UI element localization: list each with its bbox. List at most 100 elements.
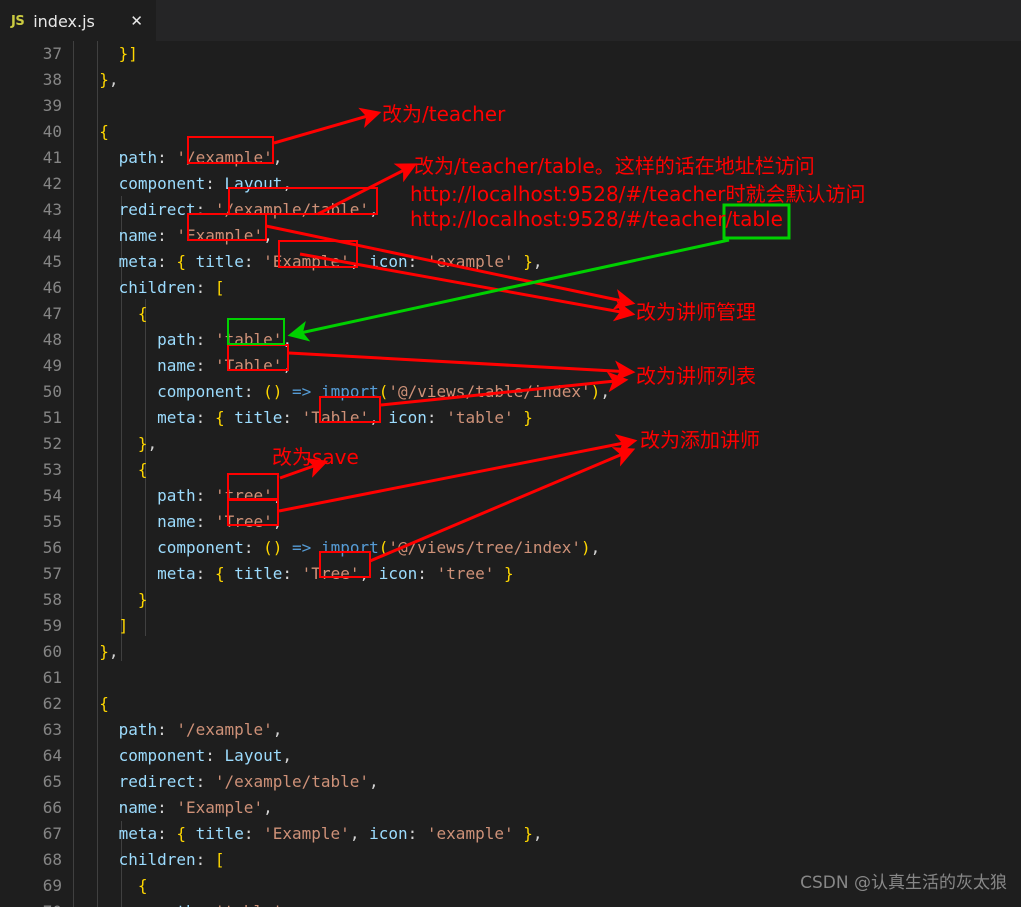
code-line[interactable]: 60 },: [0, 639, 1021, 665]
line-code: {: [137, 304, 148, 323]
code-line[interactable]: 46 children: [: [0, 275, 1021, 301]
code-line[interactable]: 70 path: 'table',: [0, 899, 1021, 907]
code-line[interactable]: 38 },: [0, 67, 1021, 93]
line-number: 43: [42, 200, 62, 219]
line-number: 69: [42, 876, 62, 895]
line-code: {: [137, 876, 148, 895]
code-line[interactable]: 61: [0, 665, 1021, 691]
line-code: ]: [118, 616, 129, 635]
code-line[interactable]: 41 path: '/example',: [0, 145, 1021, 171]
code-line[interactable]: 47 {: [0, 301, 1021, 327]
line-code: meta: { title: 'Example', icon: 'example…: [118, 252, 543, 271]
code-line[interactable]: 40 {: [0, 119, 1021, 145]
line-code: component: () => import('@/views/tree/in…: [157, 538, 601, 557]
code-line[interactable]: 63 path: '/example',: [0, 717, 1021, 743]
code-line[interactable]: 53 {: [0, 457, 1021, 483]
line-number: 58: [42, 590, 62, 609]
line-number: 52: [42, 434, 62, 453]
line-code: },: [99, 70, 119, 89]
line-number: 55: [42, 512, 62, 531]
code-lines-container: 37 }] 38 }, 39 40 {41 path: '/example', 42 c…: [0, 41, 1021, 907]
tab-bar-empty-area: [156, 0, 1021, 41]
code-line[interactable]: 42 component: Layout,: [0, 171, 1021, 197]
code-editor[interactable]: 37 }] 38 }, 39 40 {41 path: '/example', 42 c…: [0, 41, 1021, 907]
line-code: component: Layout,: [118, 746, 292, 765]
line-number: 61: [42, 668, 62, 687]
line-number: 65: [42, 772, 62, 791]
code-line[interactable]: 49 name: 'Table',: [0, 353, 1021, 379]
line-number: 40: [42, 122, 62, 141]
code-line[interactable]: 69 {: [0, 873, 1021, 899]
line-number: 60: [42, 642, 62, 661]
line-code: children: [: [118, 278, 225, 297]
tab-title: index.js: [33, 11, 95, 31]
line-code: },: [99, 642, 119, 661]
line-code: children: [: [118, 850, 225, 869]
code-line[interactable]: 58 }: [0, 587, 1021, 613]
line-code: }]: [118, 44, 138, 63]
code-line[interactable]: 44 name: 'Example',: [0, 223, 1021, 249]
line-code: name: 'Tree',: [157, 512, 283, 531]
code-line[interactable]: 62 {: [0, 691, 1021, 717]
line-code: {: [137, 460, 148, 479]
code-line[interactable]: 65 redirect: '/example/table',: [0, 769, 1021, 795]
line-number: 41: [42, 148, 62, 167]
line-number: 38: [42, 70, 62, 89]
line-code: component: Layout,: [118, 174, 292, 193]
line-number: 57: [42, 564, 62, 583]
line-number: 59: [42, 616, 62, 635]
line-number: 48: [42, 330, 62, 349]
line-number: 39: [42, 96, 62, 115]
line-number: 56: [42, 538, 62, 557]
line-code: name: 'Example',: [118, 798, 273, 817]
tab-index-js[interactable]: JS index.js ✕: [0, 0, 156, 41]
line-number: 68: [42, 850, 62, 869]
line-number: 49: [42, 356, 62, 375]
line-code: name: 'Example',: [118, 226, 273, 245]
code-line[interactable]: 45 meta: { title: 'Example', icon: 'exam…: [0, 249, 1021, 275]
line-number: 47: [42, 304, 62, 323]
code-line[interactable]: 51 meta: { title: 'Table', icon: 'table'…: [0, 405, 1021, 431]
code-line[interactable]: 66 name: 'Example',: [0, 795, 1021, 821]
line-code: meta: { title: 'Table', icon: 'table' }: [157, 408, 533, 427]
code-line[interactable]: 43 redirect: '/example/table',: [0, 197, 1021, 223]
line-code: }: [137, 590, 148, 609]
code-line[interactable]: 52 },: [0, 431, 1021, 457]
code-line[interactable]: 37 }]: [0, 41, 1021, 67]
code-line[interactable]: 57 meta: { title: 'Tree', icon: 'tree' }: [0, 561, 1021, 587]
code-line[interactable]: 64 component: Layout,: [0, 743, 1021, 769]
code-line[interactable]: 50 component: () => import('@/views/tabl…: [0, 379, 1021, 405]
line-number: 53: [42, 460, 62, 479]
line-code: component: () => import('@/views/table/i…: [157, 382, 610, 401]
line-code: redirect: '/example/table',: [118, 200, 379, 219]
js-file-icon: JS: [11, 13, 25, 29]
line-number: 64: [42, 746, 62, 765]
line-code: meta: { title: 'Example', icon: 'example…: [118, 824, 543, 843]
line-number: 42: [42, 174, 62, 193]
line-code: path: '/example',: [118, 720, 283, 739]
line-number: 51: [42, 408, 62, 427]
line-number: 63: [42, 720, 62, 739]
line-code: meta: { title: 'Tree', icon: 'tree' }: [157, 564, 514, 583]
code-line[interactable]: 59 ]: [0, 613, 1021, 639]
code-line[interactable]: 56 component: () => import('@/views/tree…: [0, 535, 1021, 561]
code-line[interactable]: 67 meta: { title: 'Example', icon: 'exam…: [0, 821, 1021, 847]
line-number: 46: [42, 278, 62, 297]
close-icon[interactable]: ✕: [128, 13, 145, 29]
code-line[interactable]: 68 children: [: [0, 847, 1021, 873]
code-line[interactable]: 54 path: 'tree',: [0, 483, 1021, 509]
line-number: 67: [42, 824, 62, 843]
line-number: 54: [42, 486, 62, 505]
tab-bar: JS index.js ✕: [0, 0, 1021, 41]
line-number: 62: [42, 694, 62, 713]
code-line[interactable]: 48 path: 'table',: [0, 327, 1021, 353]
line-code: path: '/example',: [118, 148, 283, 167]
code-line[interactable]: 55 name: 'Tree',: [0, 509, 1021, 535]
line-code: path: 'tree',: [157, 486, 283, 505]
line-number: 37: [42, 44, 62, 63]
code-line[interactable]: 39: [0, 93, 1021, 119]
line-code: name: 'Table',: [157, 356, 293, 375]
line-code: {: [99, 122, 109, 141]
line-code: redirect: '/example/table',: [118, 772, 379, 791]
line-code: path: 'table',: [157, 330, 293, 349]
